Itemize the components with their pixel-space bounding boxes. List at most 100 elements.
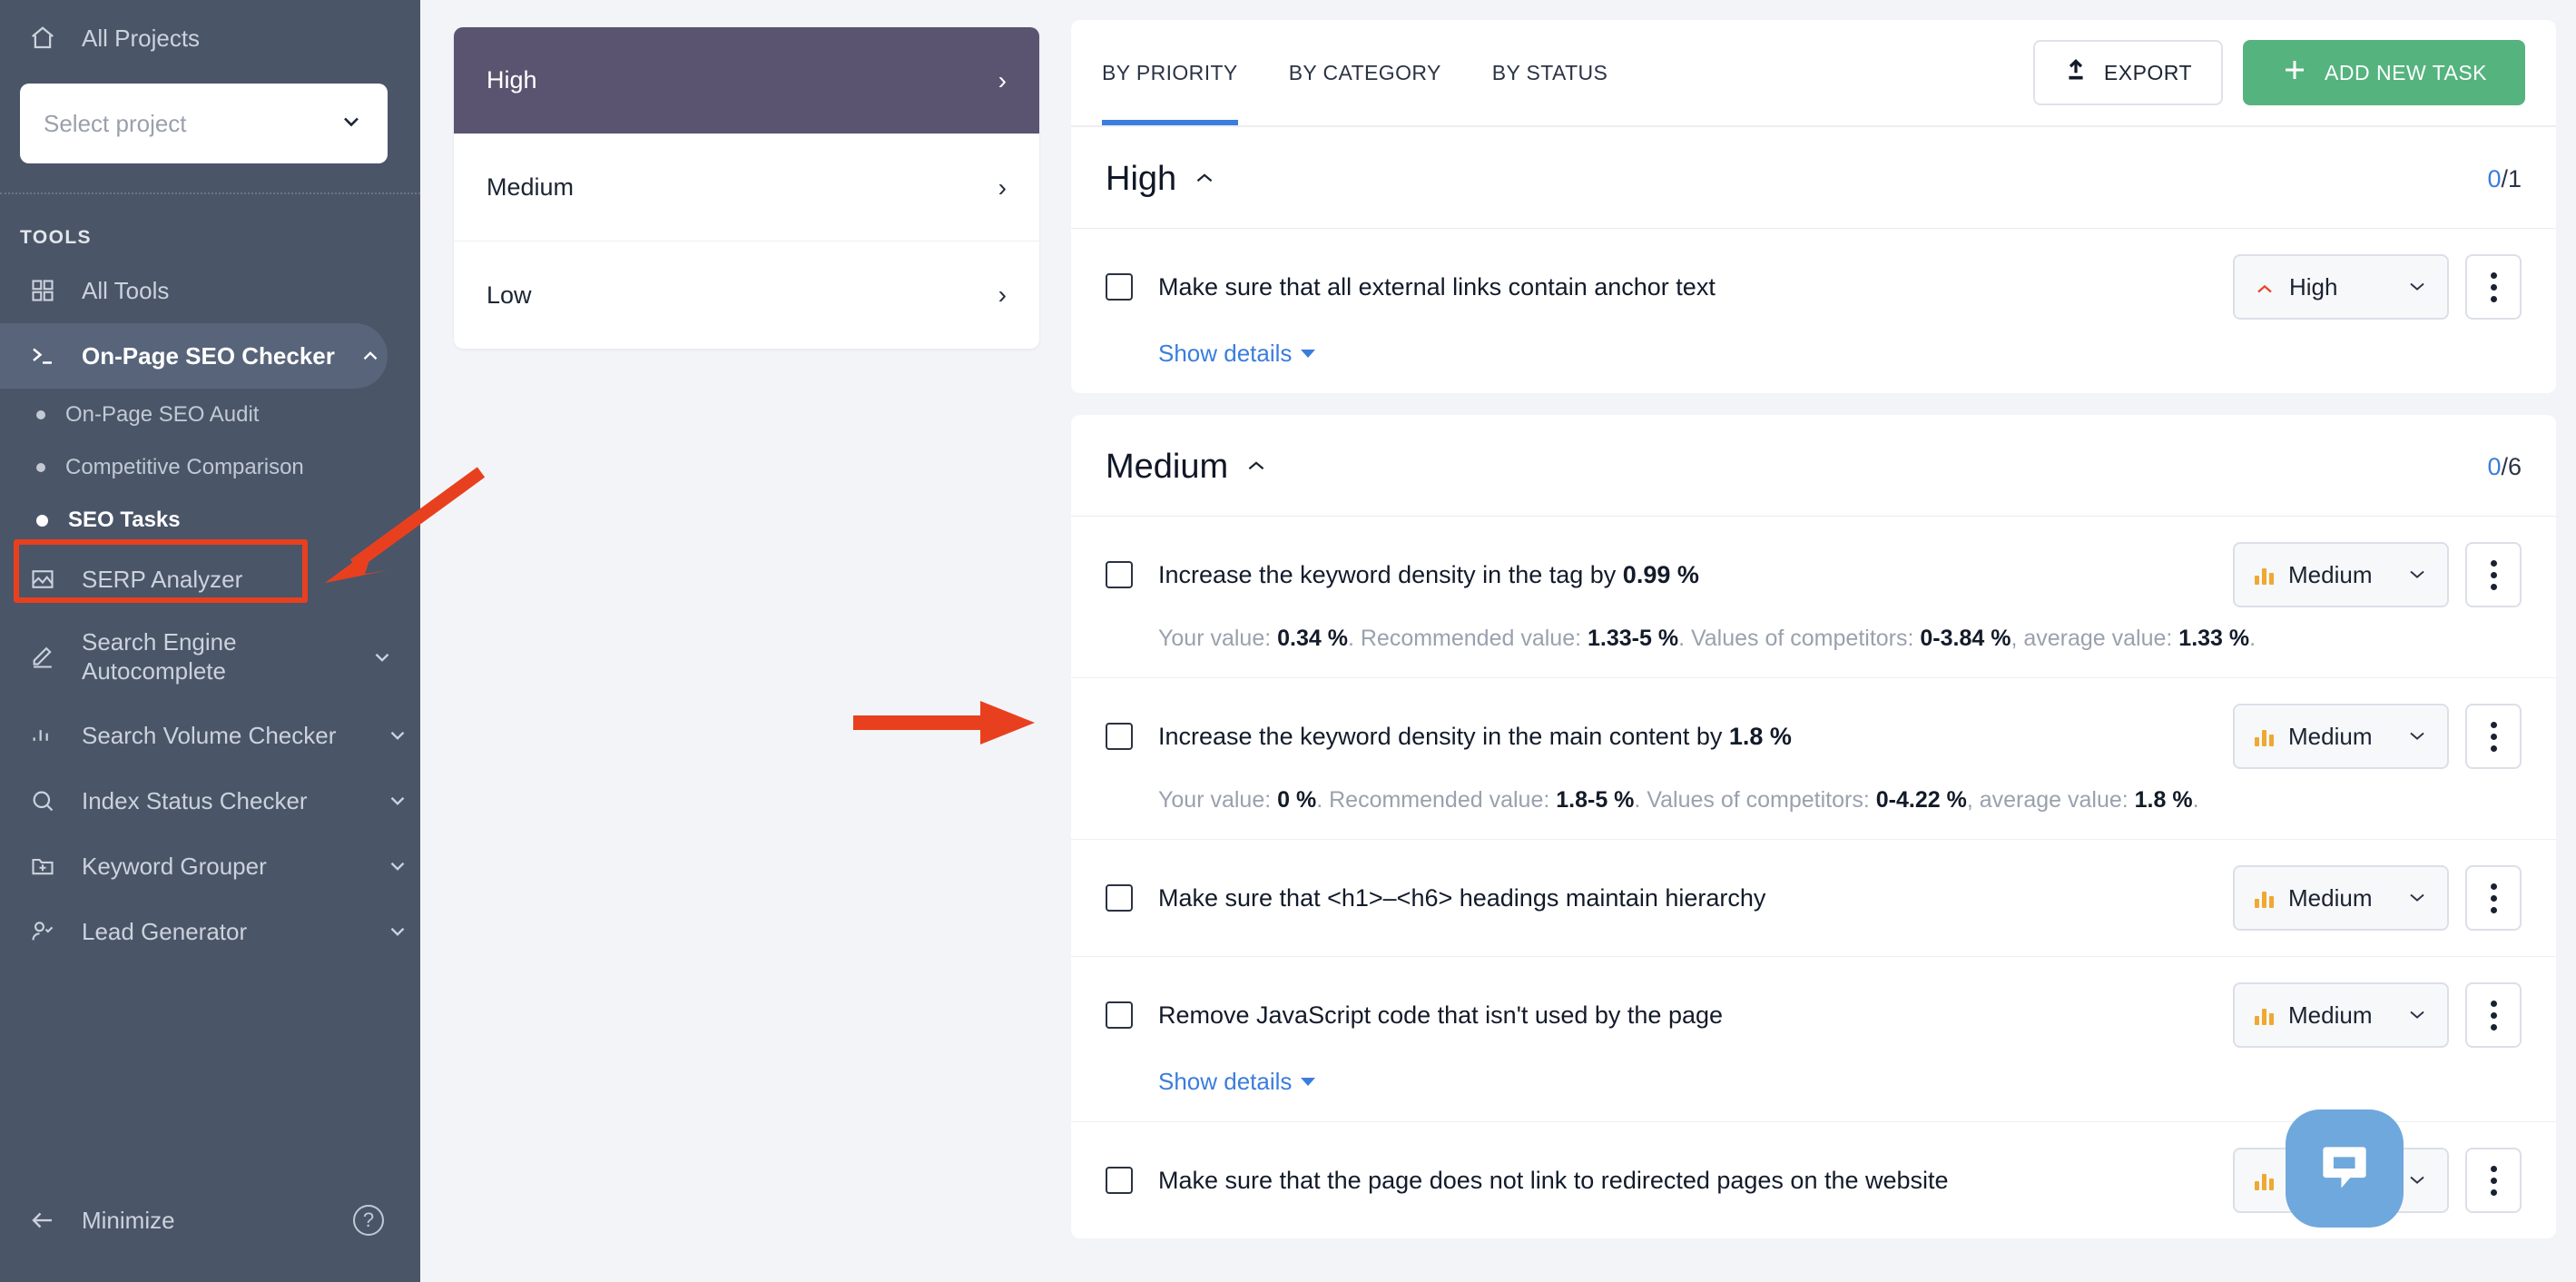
sidebar-subitem-on-page-seo-audit[interactable]: On-Page SEO Audit bbox=[0, 389, 420, 441]
priority-filter-low[interactable]: Low › bbox=[454, 242, 1039, 349]
chevron-down-icon[interactable] bbox=[384, 854, 420, 878]
task-priority-dropdown[interactable]: Medium bbox=[2233, 542, 2449, 607]
sidebar-item-search-volume-checker[interactable]: Search Volume Checker bbox=[0, 703, 420, 768]
task-more-options-button[interactable] bbox=[2465, 704, 2522, 769]
task-more-options-button[interactable] bbox=[2465, 865, 2522, 931]
detail-recommended-value: 1.33-5 % bbox=[1588, 626, 1679, 651]
sidebar-item-index-status-checker[interactable]: Index Status Checker bbox=[0, 768, 420, 833]
dot-icon bbox=[2490, 1177, 2497, 1184]
task-text-value: 1.8 % bbox=[1728, 722, 1792, 750]
main-content: BY PRIORITY BY CATEGORY BY STATUS EXPORT… bbox=[1051, 0, 2576, 1282]
section-medium-count-total: /6 bbox=[2501, 453, 2522, 480]
bullet-icon bbox=[36, 514, 48, 527]
detail-label: Your value: bbox=[1158, 787, 1278, 813]
folder-plus-icon bbox=[27, 851, 58, 882]
task-more-options-button[interactable] bbox=[2465, 542, 2522, 607]
detail-average-value: 1.33 % bbox=[2178, 626, 2250, 651]
bar-chart-icon bbox=[2255, 888, 2274, 908]
sidebar-item-all-projects[interactable]: All Projects bbox=[0, 5, 420, 71]
dot-icon bbox=[2490, 733, 2497, 740]
sidebar-item-on-page-seo-checker[interactable]: On-Page SEO Checker bbox=[0, 323, 388, 389]
task-priority-dropdown[interactable]: Medium bbox=[2233, 704, 2449, 769]
priority-filter-label: Low bbox=[487, 281, 532, 309]
caret-down-icon bbox=[1301, 350, 1316, 358]
help-icon[interactable]: ? bbox=[353, 1205, 384, 1236]
chevron-down-icon[interactable] bbox=[369, 646, 405, 669]
dot-icon bbox=[2490, 283, 2497, 291]
sidebar-item-label: Index Status Checker bbox=[82, 786, 308, 814]
image-chart-icon bbox=[27, 564, 58, 595]
plus-icon bbox=[2281, 56, 2308, 89]
task-row: Increase the keyword density in the tag … bbox=[1071, 517, 2556, 678]
task-priority-dropdown[interactable]: High bbox=[2233, 254, 2449, 320]
task-checkbox[interactable] bbox=[1106, 884, 1133, 912]
project-select[interactable]: Select project bbox=[20, 84, 388, 163]
sidebar-minimize-button[interactable]: Minimize ? bbox=[0, 1186, 420, 1255]
section-high-header[interactable]: High 0/1 bbox=[1071, 127, 2556, 229]
sidebar-item-search-engine-autocomplete[interactable]: Search Engine Autocomplete bbox=[0, 612, 420, 703]
task-row: Increase the keyword density in the main… bbox=[1071, 678, 2556, 840]
task-checkbox[interactable] bbox=[1106, 723, 1133, 750]
task-detail-line: Your value: 0 %. Recommended value: 1.8-… bbox=[1158, 787, 2522, 814]
priority-filter-panel: High › Medium › Low › bbox=[420, 0, 1051, 1282]
chevron-right-icon: › bbox=[998, 65, 1007, 94]
add-new-task-button[interactable]: ADD NEW TASK bbox=[2243, 40, 2525, 105]
dot-icon bbox=[2490, 745, 2497, 752]
chevron-down-icon[interactable] bbox=[384, 920, 420, 943]
sidebar-subitem-label: On-Page SEO Audit bbox=[65, 402, 260, 427]
section-high-count: 0/1 bbox=[2487, 165, 2522, 193]
sidebar-item-all-tools[interactable]: All Tools bbox=[0, 258, 420, 323]
sidebar-item-label: All Tools bbox=[82, 276, 170, 304]
export-button[interactable]: EXPORT bbox=[2032, 40, 2224, 105]
bar-chart-icon bbox=[2255, 726, 2274, 746]
section-medium-title: Medium bbox=[1106, 448, 1229, 486]
task-main: Remove JavaScript code that isn't used b… bbox=[1106, 982, 2522, 1048]
detail-label: . Recommended value: bbox=[1316, 787, 1557, 813]
show-details-link[interactable]: Show details bbox=[1158, 340, 1316, 368]
task-checkbox[interactable] bbox=[1106, 273, 1133, 301]
task-priority-label: Medium bbox=[2288, 1001, 2373, 1029]
detail-recommended-value: 1.8-5 % bbox=[1556, 787, 1635, 813]
task-checkbox[interactable] bbox=[1106, 1001, 1133, 1029]
detail-label: . bbox=[2192, 787, 2199, 813]
priority-filter-medium[interactable]: Medium › bbox=[454, 134, 1039, 242]
task-checkbox[interactable] bbox=[1106, 1167, 1133, 1194]
sidebar-subitem-seo-tasks[interactable]: SEO Tasks bbox=[0, 494, 420, 547]
chevron-up-icon[interactable] bbox=[1244, 455, 1268, 480]
task-more-options-button[interactable] bbox=[2465, 254, 2522, 320]
chevron-down-icon bbox=[2407, 275, 2427, 299]
chevron-up-icon[interactable] bbox=[359, 344, 391, 368]
priority-filter-high[interactable]: High › bbox=[454, 27, 1039, 134]
sidebar-item-keyword-grouper[interactable]: Keyword Grouper bbox=[0, 833, 420, 899]
sidebar-bottom: Minimize ? bbox=[0, 1186, 420, 1282]
chevron-down-icon[interactable] bbox=[384, 724, 420, 747]
task-main: Make sure that <h1>–<h6> headings mainta… bbox=[1106, 865, 2522, 931]
tab-label: BY PRIORITY bbox=[1102, 60, 1238, 84]
dot-icon bbox=[2490, 559, 2497, 567]
caret-down-icon bbox=[1301, 1078, 1316, 1086]
sidebar-subitem-competitive-comparison[interactable]: Competitive Comparison bbox=[0, 441, 420, 494]
sidebar-item-serp-analyzer[interactable]: SERP Analyzer bbox=[0, 547, 420, 612]
show-details-link[interactable]: Show details bbox=[1158, 1068, 1316, 1096]
task-priority-dropdown[interactable]: Medium bbox=[2233, 865, 2449, 931]
sidebar-subitem-label: SEO Tasks bbox=[68, 508, 181, 532]
arrow-left-icon bbox=[27, 1205, 58, 1236]
tab-by-category[interactable]: BY CATEGORY bbox=[1289, 20, 1441, 125]
section-medium-header[interactable]: Medium 0/6 bbox=[1071, 415, 2556, 517]
sidebar-item-label: Search Engine Autocomplete bbox=[82, 628, 237, 685]
task-more-options-button[interactable] bbox=[2465, 982, 2522, 1048]
task-main: Increase the keyword density in the main… bbox=[1106, 704, 2522, 769]
task-more-options-button[interactable] bbox=[2465, 1148, 2522, 1213]
bullet-icon bbox=[36, 410, 45, 419]
sidebar-item-lead-generator[interactable]: Lead Generator bbox=[0, 899, 420, 964]
task-priority-dropdown[interactable]: Medium bbox=[2233, 982, 2449, 1048]
tab-by-status[interactable]: BY STATUS bbox=[1492, 20, 1608, 125]
chat-widget-button[interactable] bbox=[2286, 1109, 2404, 1228]
section-high-count-total: /1 bbox=[2501, 165, 2522, 192]
tab-label: BY STATUS bbox=[1491, 60, 1608, 84]
detail-label: . bbox=[2249, 626, 2256, 651]
chevron-down-icon[interactable] bbox=[384, 789, 420, 813]
chevron-up-icon[interactable] bbox=[1193, 167, 1216, 192]
task-checkbox[interactable] bbox=[1106, 561, 1133, 588]
tab-by-priority[interactable]: BY PRIORITY bbox=[1102, 20, 1238, 125]
